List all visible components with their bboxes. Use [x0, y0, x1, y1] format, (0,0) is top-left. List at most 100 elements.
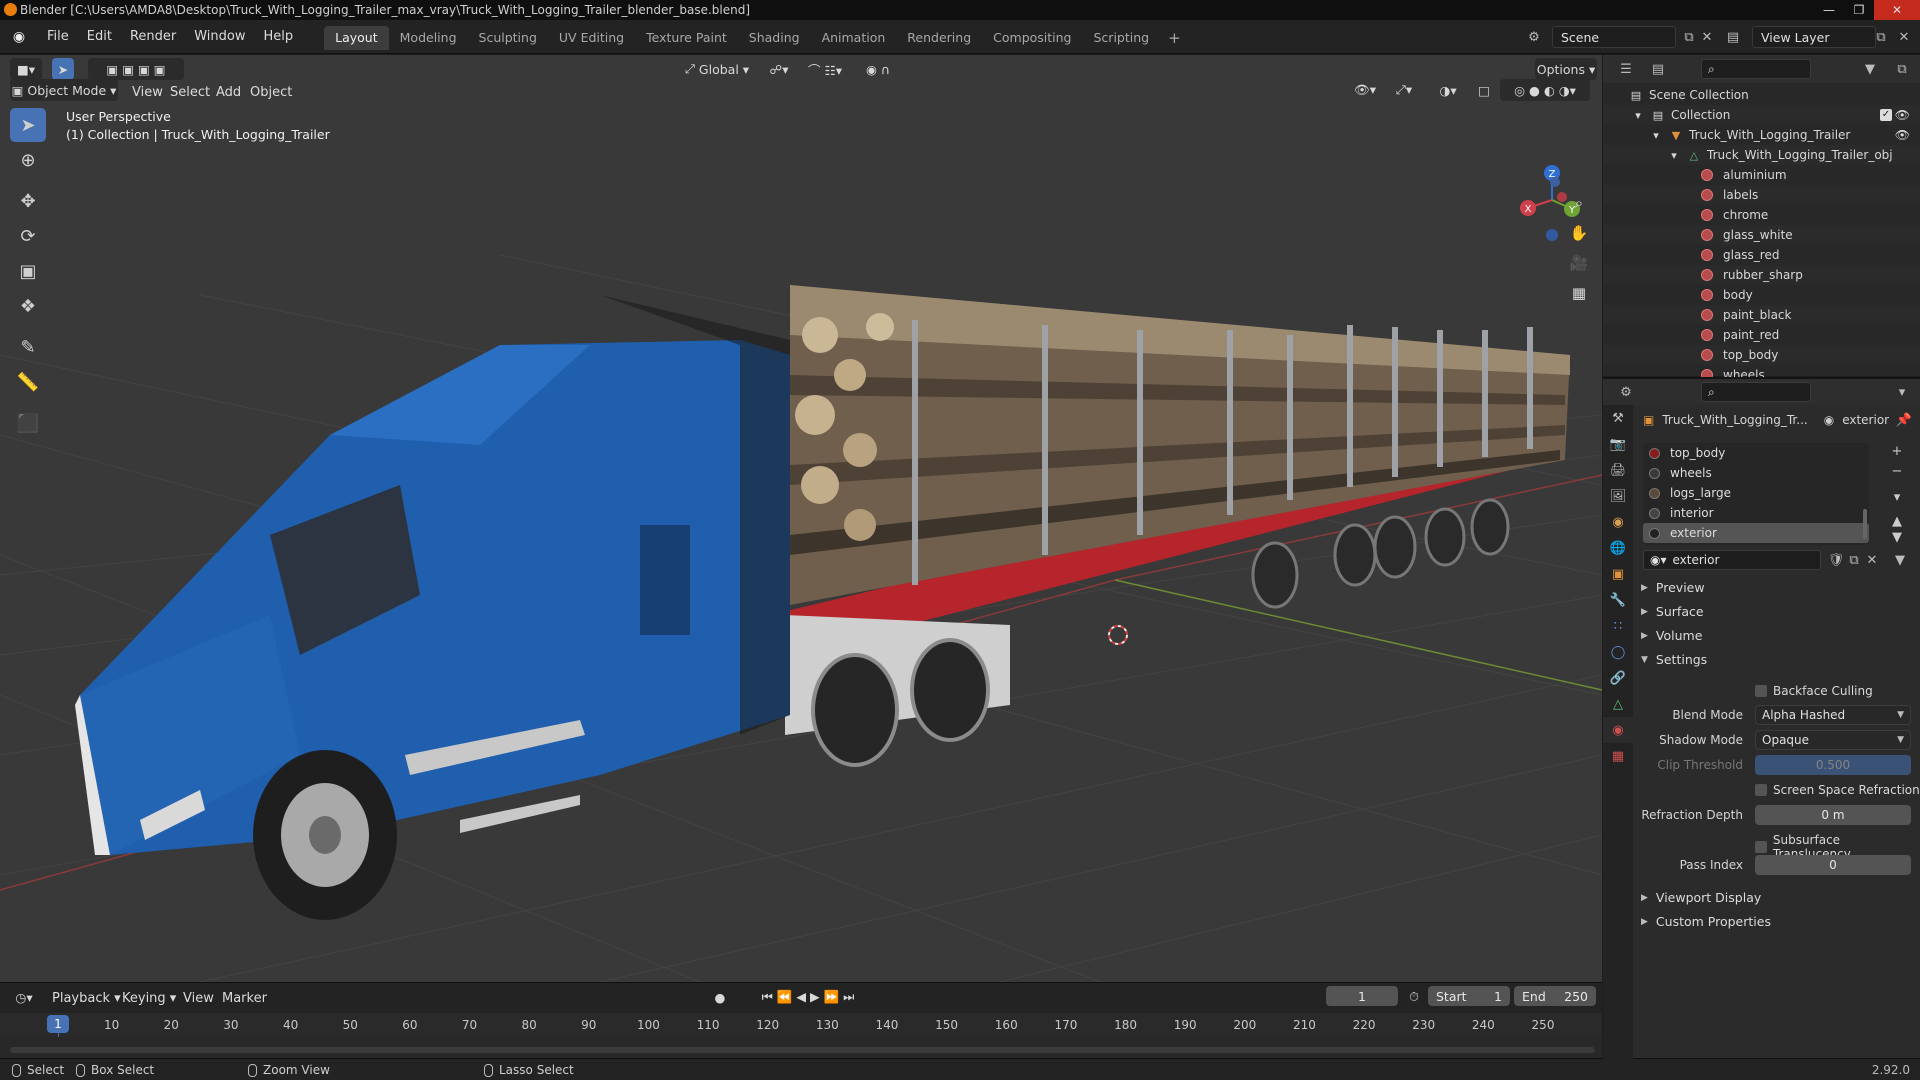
close-icon[interactable]: ✕ [1874, 0, 1920, 20]
record-keyframe-icon[interactable]: ● [710, 986, 730, 1008]
output-tab-icon[interactable]: 🖨 [1603, 457, 1633, 483]
menu-file[interactable]: File [38, 25, 78, 49]
timeline-editor-type-icon[interactable]: ◷▾ [8, 986, 40, 1008]
unlink-material-icon[interactable]: ✕ [1863, 551, 1881, 569]
section-settings[interactable]: ▼ Settings [1641, 652, 1707, 667]
scene-browse-icon[interactable]: ⚙ [1525, 28, 1543, 46]
modifier-tab-icon[interactable]: 🔧 [1603, 587, 1633, 613]
data-tab-icon[interactable]: △ [1603, 691, 1633, 717]
zoom-icon[interactable]: ⌕ [1566, 190, 1592, 216]
editor-type-icon[interactable]: ■▾ [10, 58, 42, 80]
outliner-editor-type-icon[interactable]: ☰ [1617, 60, 1635, 78]
outliner-object[interactable]: ▾ ▼ Truck_With_Logging_Trailer 👁 [1603, 125, 1920, 145]
timeline-menu-view[interactable]: View [183, 987, 214, 1009]
outliner-mesh[interactable]: ▾ △ Truck_With_Logging_Trailer_obj [1603, 145, 1920, 165]
playback-controls[interactable]: ⏮ ⏪ ◀ ▶ ⏩ ⏭ [752, 986, 864, 1008]
scene-selector[interactable]: Scene [1552, 26, 1676, 48]
collection-eye-icon[interactable]: 👁 [1895, 108, 1910, 122]
blender-menu-icon[interactable]: ◉ [8, 26, 30, 48]
object-eye-icon[interactable]: 👁 [1895, 128, 1910, 142]
menu-render[interactable]: Render [121, 25, 185, 49]
physics-tab-icon[interactable]: ◯ [1603, 639, 1633, 665]
filter-icon[interactable]: ▼ [1861, 60, 1879, 78]
outliner-material-item[interactable]: paint_black [1603, 305, 1920, 325]
clip-threshold-slider[interactable]: 0.500 [1755, 755, 1911, 775]
measure-tool-icon[interactable]: 📏 [10, 365, 46, 399]
menu-window[interactable]: Window [185, 25, 254, 49]
pivot-point-icon[interactable]: ☍▾ [762, 58, 796, 80]
outliner-material-item[interactable]: body [1603, 285, 1920, 305]
tab-shading[interactable]: Shading [738, 26, 811, 50]
tab-uv-editing[interactable]: UV Editing [548, 26, 635, 50]
timeline-ruler[interactable]: 1 10 20 30 40 50 60 70 80 90 100 110 120 130 140 150 16… [0, 1013, 1602, 1037]
material-slot[interactable]: wheels [1643, 463, 1869, 483]
blend-mode-dropdown[interactable]: Alpha Hashed ▼ [1755, 705, 1911, 725]
scene-tab-icon[interactable]: ◉ [1603, 509, 1633, 535]
material-slot[interactable]: top_body [1643, 443, 1869, 463]
delete-view-layer-icon[interactable]: ✕ [1895, 28, 1913, 46]
outliner-material-item[interactable]: rubber_sharp [1603, 265, 1920, 285]
duplicate-material-icon[interactable]: ⧉ [1845, 551, 1863, 569]
tab-layout[interactable]: Layout [324, 25, 389, 50]
slot-specials-icon[interactable]: ▾ [1889, 489, 1905, 505]
proportional-edit-icon[interactable]: ◉ ∩ [858, 58, 898, 80]
shading-mode-icons[interactable]: ◎ ● ◐ ◑▾ [1500, 79, 1590, 101]
screen-space-refraction-checkbox[interactable]: Screen Space Refraction [1755, 783, 1920, 797]
tab-animation[interactable]: Animation [811, 26, 897, 50]
new-scene-icon[interactable]: ⧉ [1680, 28, 1698, 46]
world-tab-icon[interactable]: 🌐 [1603, 535, 1633, 561]
display-mode-icon[interactable]: ▤ [1649, 60, 1667, 78]
select-box-tool-icon[interactable]: ➤ [10, 108, 46, 142]
viewport-menu-object[interactable]: Object [250, 81, 292, 103]
refraction-depth-field[interactable]: 0 m [1755, 805, 1911, 825]
add-workspace-icon[interactable]: + [1160, 26, 1189, 50]
timeline-menu-marker[interactable]: Marker [222, 987, 267, 1009]
pass-index-field[interactable]: 0 [1755, 855, 1911, 875]
outliner-material-item[interactable]: glass_red [1603, 245, 1920, 265]
tab-modeling[interactable]: Modeling [389, 26, 468, 50]
properties-search-input[interactable]: ⌕ [1701, 382, 1811, 402]
texture-tab-icon[interactable]: ▦ [1603, 743, 1633, 769]
outliner-material-item[interactable]: glass_white [1603, 225, 1920, 245]
timeline-body[interactable] [0, 1037, 1602, 1059]
move-slot-down-icon[interactable]: ▼ [1889, 529, 1905, 545]
tab-sculpting[interactable]: Sculpting [468, 26, 548, 50]
viewport-menu-view[interactable]: View [132, 81, 163, 103]
move-slot-up-icon[interactable]: ▲ [1889, 513, 1905, 529]
delete-scene-icon[interactable]: ✕ [1698, 28, 1716, 46]
properties-editor-type-icon[interactable]: ⚙ [1617, 383, 1635, 401]
fake-user-icon[interactable]: 🛡 [1827, 551, 1845, 569]
view-layer-icon[interactable]: ▤ [1724, 28, 1742, 46]
outliner-material-item[interactable]: labels [1603, 185, 1920, 205]
rotate-tool-icon[interactable]: ⟳ [10, 219, 46, 253]
tool-tab-icon[interactable]: ⚒ [1603, 405, 1633, 431]
view-layer-tab-icon[interactable]: 🖼 [1603, 483, 1633, 509]
view-layer-selector[interactable]: View Layer [1752, 26, 1876, 48]
outliner-material-item[interactable]: aluminium [1603, 165, 1920, 185]
backface-culling-checkbox[interactable]: Backface Culling [1755, 684, 1873, 698]
pan-hand-icon[interactable]: ✋ [1566, 220, 1592, 246]
section-custom-properties[interactable]: ▶ Custom Properties [1641, 914, 1771, 929]
preview-range-icon[interactable]: ⏱ [1404, 986, 1424, 1008]
start-frame-field[interactable]: Start 1 [1428, 986, 1510, 1006]
options-dropdown[interactable]: Options ▾ [1535, 58, 1597, 80]
current-frame-marker[interactable]: 1 [47, 1015, 69, 1033]
outliner-material-item[interactable]: paint_red [1603, 325, 1920, 345]
properties-options-icon[interactable]: ▾ [1893, 383, 1911, 401]
new-view-layer-icon[interactable]: ⧉ [1872, 28, 1890, 46]
new-collection-icon[interactable]: ⧉ [1893, 60, 1911, 78]
section-viewport-display[interactable]: ▶ Viewport Display [1641, 890, 1761, 905]
section-surface[interactable]: ▶ Surface [1641, 604, 1704, 619]
move-tool-icon[interactable]: ✥ [10, 184, 46, 218]
outliner-material-item[interactable]: top_body [1603, 345, 1920, 365]
particles-tab-icon[interactable]: ∷ [1603, 613, 1633, 639]
transform-orientation-dropdown[interactable]: ⤢ Global ▾ [680, 58, 754, 80]
remove-slot-icon[interactable]: − [1889, 463, 1905, 479]
section-volume[interactable]: ▶ Volume [1641, 628, 1702, 643]
menu-edit[interactable]: Edit [78, 25, 121, 49]
render-tab-icon[interactable]: 📷 [1603, 431, 1633, 457]
selection-mode-icons[interactable]: ▣ ▣ ▣ ▣ [88, 58, 184, 80]
visibility-icon[interactable]: 👁▾ [1348, 79, 1382, 101]
timeline-menu-playback[interactable]: Playback ▾ [52, 987, 121, 1009]
object-tab-icon[interactable]: ▣ [1603, 561, 1633, 587]
